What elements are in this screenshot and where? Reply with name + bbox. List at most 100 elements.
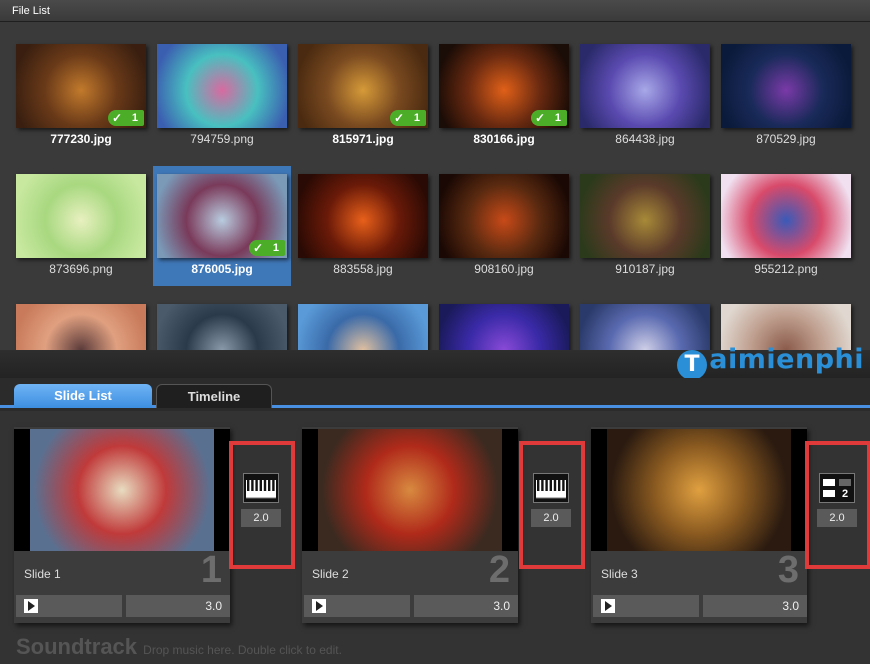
file-name-label: 876005.jpg bbox=[191, 262, 253, 276]
checkmark-icon: ✓ bbox=[394, 111, 405, 125]
file-name-label: 864438.jpg bbox=[615, 132, 675, 146]
thumbnail-image bbox=[16, 174, 146, 258]
slide-name: Slide 3 bbox=[601, 567, 638, 581]
file-thumbnail[interactable]: ✓ 1 815971.jpg bbox=[294, 36, 432, 156]
used-count-badge: ✓ 1 bbox=[108, 110, 144, 126]
thumbnail-image bbox=[580, 44, 710, 128]
slide-image bbox=[14, 429, 230, 551]
file-thumbnail[interactable] bbox=[12, 296, 150, 350]
thumbnail-image bbox=[298, 304, 428, 350]
transition-duration[interactable]: 2.0 bbox=[817, 509, 857, 527]
transition-label: 2 bbox=[842, 488, 848, 500]
file-name-label: 830166.jpg bbox=[473, 132, 535, 146]
file-thumbnail[interactable] bbox=[435, 296, 573, 350]
play-icon[interactable] bbox=[24, 599, 38, 613]
file-list-title: File List bbox=[12, 5, 50, 17]
play-icon[interactable] bbox=[601, 599, 615, 613]
slide-preview-bar[interactable] bbox=[16, 595, 122, 617]
file-thumbnail[interactable]: 864438.jpg bbox=[576, 36, 714, 156]
tab-slide-list[interactable]: Slide List bbox=[14, 384, 152, 408]
file-name-label: 794759.png bbox=[190, 132, 254, 146]
soundtrack-area[interactable]: Soundtrack Drop music here. Double click… bbox=[16, 634, 342, 660]
slide-name: Slide 2 bbox=[312, 567, 349, 581]
checkmark-icon: ✓ bbox=[535, 111, 546, 125]
file-thumbnail[interactable]: 955212.png bbox=[717, 166, 855, 286]
file-thumbnail[interactable]: 908160.jpg bbox=[435, 166, 573, 286]
file-name-label: 955212.png bbox=[754, 262, 818, 276]
watermark-t-icon: T bbox=[677, 350, 708, 380]
file-name-label: 910187.jpg bbox=[615, 262, 675, 276]
file-thumbnail[interactable] bbox=[294, 296, 432, 350]
file-thumbnail[interactable] bbox=[576, 296, 714, 350]
slide-card[interactable]: Slide 3 3 3.0 bbox=[591, 427, 807, 623]
file-list-header: File List bbox=[0, 0, 870, 22]
file-thumbnail[interactable] bbox=[717, 296, 855, 350]
transition-duration[interactable]: 2.0 bbox=[531, 509, 571, 527]
used-count: 1 bbox=[131, 112, 138, 124]
file-thumbnail[interactable]: 870529.jpg bbox=[717, 36, 855, 156]
tab-bar: Slide List Timeline bbox=[0, 378, 870, 408]
file-name-label: 873696.png bbox=[49, 262, 113, 276]
thumbnail-image: ✓ 1 bbox=[298, 44, 428, 128]
file-thumbnail[interactable]: 883558.jpg bbox=[294, 166, 432, 286]
used-count-badge: ✓ 1 bbox=[249, 240, 285, 256]
play-icon[interactable] bbox=[312, 599, 326, 613]
slide-duration[interactable]: 3.0 bbox=[414, 595, 518, 617]
file-thumbnail[interactable]: ✓ 1 777230.jpg bbox=[12, 36, 150, 156]
file-thumbnail[interactable]: ✓ 1 876005.jpg bbox=[153, 166, 291, 286]
thumbnail-image: ✓ 1 bbox=[157, 174, 287, 258]
tab-timeline[interactable]: Timeline bbox=[156, 384, 272, 408]
watermark-logo: Taimienphi bbox=[677, 344, 864, 380]
transition-effect[interactable]: 2.0 bbox=[237, 467, 285, 535]
file-thumbnail[interactable]: 794759.png bbox=[153, 36, 291, 156]
transition-effect[interactable]: 2 2.0 bbox=[813, 467, 861, 535]
used-count-badge: ✓ 1 bbox=[390, 110, 426, 126]
file-thumbnail[interactable] bbox=[153, 296, 291, 350]
slide-preview-bar[interactable] bbox=[593, 595, 699, 617]
slide-number: 1 bbox=[200, 549, 222, 591]
slide-number: 3 bbox=[777, 549, 799, 591]
thumbnail-image bbox=[16, 304, 146, 350]
file-thumbnail[interactable]: 910187.jpg bbox=[576, 166, 714, 286]
transition-duration[interactable]: 2.0 bbox=[241, 509, 281, 527]
slide-card[interactable]: Slide 1 1 3.0 bbox=[14, 427, 230, 623]
file-name-label: 870529.jpg bbox=[756, 132, 816, 146]
thumbnail-image bbox=[580, 174, 710, 258]
file-name-label: 815971.jpg bbox=[332, 132, 394, 146]
file-list-panel[interactable]: ✓ 1 777230.jpg 794759.png ✓ 1 815971.jpg ✓ 1 8301… bbox=[0, 22, 870, 350]
thumbnail-image bbox=[157, 44, 287, 128]
thumbnail-image bbox=[721, 44, 851, 128]
file-thumbnail[interactable]: ✓ 1 830166.jpg bbox=[435, 36, 573, 156]
slide-picture bbox=[607, 429, 791, 551]
thumbnail-image bbox=[439, 304, 569, 350]
slide-image bbox=[302, 429, 518, 551]
slide-card[interactable]: Slide 2 2 3.0 bbox=[302, 427, 518, 623]
checkmark-icon: ✓ bbox=[253, 241, 264, 255]
slide-list-panel[interactable]: Slide 1 1 3.0 Slide 2 2 3.0 Slide 3 3 3.… bbox=[0, 411, 870, 664]
slide-duration[interactable]: 3.0 bbox=[126, 595, 230, 617]
slide-picture bbox=[318, 429, 502, 551]
split-blocks-icon: 2 bbox=[819, 473, 855, 503]
checkmark-icon: ✓ bbox=[112, 111, 123, 125]
piano-keys-icon bbox=[533, 473, 569, 503]
thumbnail-image bbox=[157, 304, 287, 350]
slide-duration[interactable]: 3.0 bbox=[703, 595, 807, 617]
piano-keys-icon bbox=[243, 473, 279, 503]
slide-image bbox=[591, 429, 807, 551]
thumbnail-image: ✓ 1 bbox=[439, 44, 569, 128]
file-name-label: 883558.jpg bbox=[333, 262, 393, 276]
slide-name: Slide 1 bbox=[24, 567, 61, 581]
thumbnail-image: ✓ 1 bbox=[16, 44, 146, 128]
used-count-badge: ✓ 1 bbox=[531, 110, 567, 126]
file-thumbnail[interactable]: 873696.png bbox=[12, 166, 150, 286]
soundtrack-hint: Drop music here. Double click to edit. bbox=[143, 643, 342, 657]
file-name-label: 908160.jpg bbox=[474, 262, 534, 276]
transition-effect[interactable]: 2.0 bbox=[527, 467, 575, 535]
used-count: 1 bbox=[272, 242, 279, 254]
watermark-text: aimienphi bbox=[709, 344, 864, 375]
used-count: 1 bbox=[413, 112, 420, 124]
slide-preview-bar[interactable] bbox=[304, 595, 410, 617]
slide-picture bbox=[30, 429, 214, 551]
used-count: 1 bbox=[554, 112, 561, 124]
slide-number: 2 bbox=[488, 549, 510, 591]
